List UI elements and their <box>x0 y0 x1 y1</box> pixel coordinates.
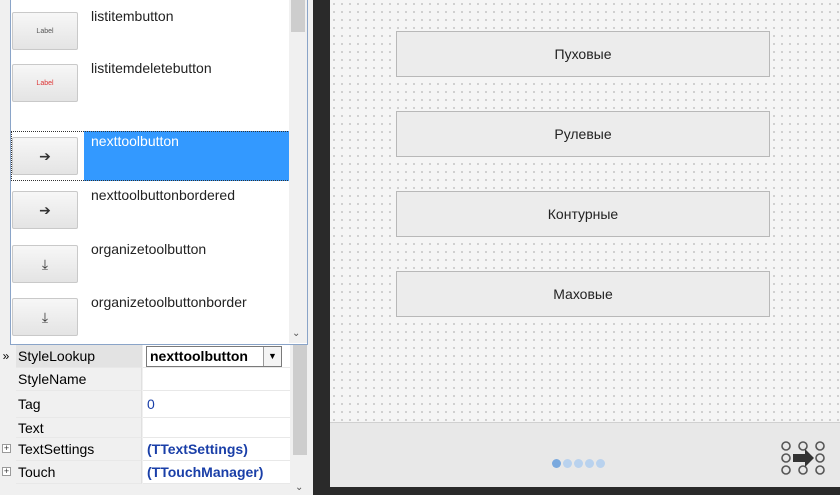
property-value[interactable] <box>143 418 290 438</box>
form-bottom-border <box>330 487 840 495</box>
active-row-marker: » <box>2 349 10 363</box>
property-value[interactable]: 0 <box>143 391 290 418</box>
ide-window: Label listitembutton Label listitemdelet… <box>0 0 840 495</box>
property-row-touch[interactable]: + Touch (TTouchManager) <box>0 461 290 484</box>
delete-label-preview-thumb: Label <box>12 64 78 102</box>
property-row-tag[interactable]: Tag 0 <box>0 391 290 418</box>
property-grid-scrollbar[interactable]: ⌄ <box>291 345 309 495</box>
property-name: StyleName <box>16 368 142 391</box>
form-button-pukhovye[interactable]: Пуховые <box>396 31 770 77</box>
form-footer-toolbar <box>330 422 840 495</box>
property-name: TextSettings <box>16 438 142 461</box>
form-designer-canvas[interactable]: Пуховые Рулевые Контурные Маховые <box>330 0 840 495</box>
list-item[interactable]: Label listitemdeletebutton <box>11 56 290 108</box>
label-preview-thumb: Label <box>12 12 78 50</box>
property-value[interactable]: (TTextSettings) <box>143 438 290 461</box>
property-grid-scrollbar-thumb[interactable] <box>293 345 307 455</box>
form-button-rulevye[interactable]: Рулевые <box>396 111 770 157</box>
property-name: StyleLookup <box>16 345 142 368</box>
panel-splitter[interactable] <box>313 0 330 495</box>
arrow-right-icon: ➔ <box>12 137 78 175</box>
download-tray-icon: ⤓ <box>12 298 78 336</box>
button-label: Рулевые <box>554 126 612 142</box>
page-dot <box>596 459 605 468</box>
tab-gesture-component-icon[interactable] <box>778 439 828 477</box>
property-row-stylename[interactable]: StyleName <box>0 368 290 391</box>
form-button-makhovye[interactable]: Маховые <box>396 271 770 317</box>
property-name: Text <box>16 418 142 438</box>
property-name: Tag <box>16 391 142 418</box>
button-label: Пуховые <box>554 46 612 62</box>
property-value[interactable] <box>143 368 290 391</box>
chevron-down-icon[interactable]: ⌄ <box>292 328 300 339</box>
page-dot <box>563 459 572 468</box>
property-row-text[interactable]: Text <box>0 418 290 438</box>
button-label: Маховые <box>553 286 613 302</box>
page-indicator <box>552 459 605 468</box>
list-item-label: organizetoolbutton <box>91 241 207 257</box>
list-item[interactable]: ➔ nexttoolbuttonbordered <box>11 183 290 235</box>
object-inspector: Label listitembutton Label listitemdelet… <box>0 0 313 495</box>
property-row-textsettings[interactable]: + TextSettings (TTextSettings) <box>0 438 290 461</box>
list-item-selected[interactable]: ➔ nexttoolbutton <box>11 131 290 181</box>
property-grid: » StyleLookup nexttoolbutton ▼ StyleName… <box>0 345 313 495</box>
combobox-value: nexttoolbutton <box>150 348 248 364</box>
form-button-konturnye[interactable]: Контурные <box>396 191 770 237</box>
property-name: Touch <box>16 461 142 484</box>
page-dot <box>552 459 561 468</box>
button-label: Контурные <box>547 206 619 222</box>
arrow-right-icon: ➔ <box>12 191 78 229</box>
dropdown-arrow-icon[interactable]: ▼ <box>263 347 281 366</box>
page-dot <box>574 459 583 468</box>
property-value[interactable]: (TTouchManager) <box>143 461 290 484</box>
expand-plus-icon[interactable]: + <box>2 444 11 453</box>
dropdown-scrollbar[interactable]: ⌄ <box>289 0 307 343</box>
dropdown-scrollbar-thumb[interactable] <box>291 0 305 32</box>
chevron-down-icon[interactable]: ⌄ <box>295 482 303 493</box>
list-item[interactable]: Label listitembutton <box>11 4 290 56</box>
expand-plus-icon[interactable]: + <box>2 467 11 476</box>
list-item-label: nexttoolbutton <box>91 133 179 149</box>
list-item-label: organizetoolbuttonborder <box>91 294 247 310</box>
stylelookup-combobox[interactable]: nexttoolbutton ▼ <box>146 346 282 367</box>
list-item[interactable]: ⤓ organizetoolbuttonborder <box>11 290 290 342</box>
list-item-label: listitemdeletebutton <box>91 60 212 76</box>
style-lookup-dropdown-list[interactable]: Label listitembutton Label listitemdelet… <box>10 0 308 345</box>
list-item-label: listitembutton <box>91 8 174 24</box>
page-dot <box>585 459 594 468</box>
download-tray-icon: ⤓ <box>12 245 78 283</box>
property-row-stylelookup[interactable]: » StyleLookup nexttoolbutton ▼ <box>0 345 290 368</box>
list-item-label: nexttoolbuttonbordered <box>91 187 235 203</box>
list-item[interactable]: ⤓ organizetoolbutton <box>11 237 290 289</box>
